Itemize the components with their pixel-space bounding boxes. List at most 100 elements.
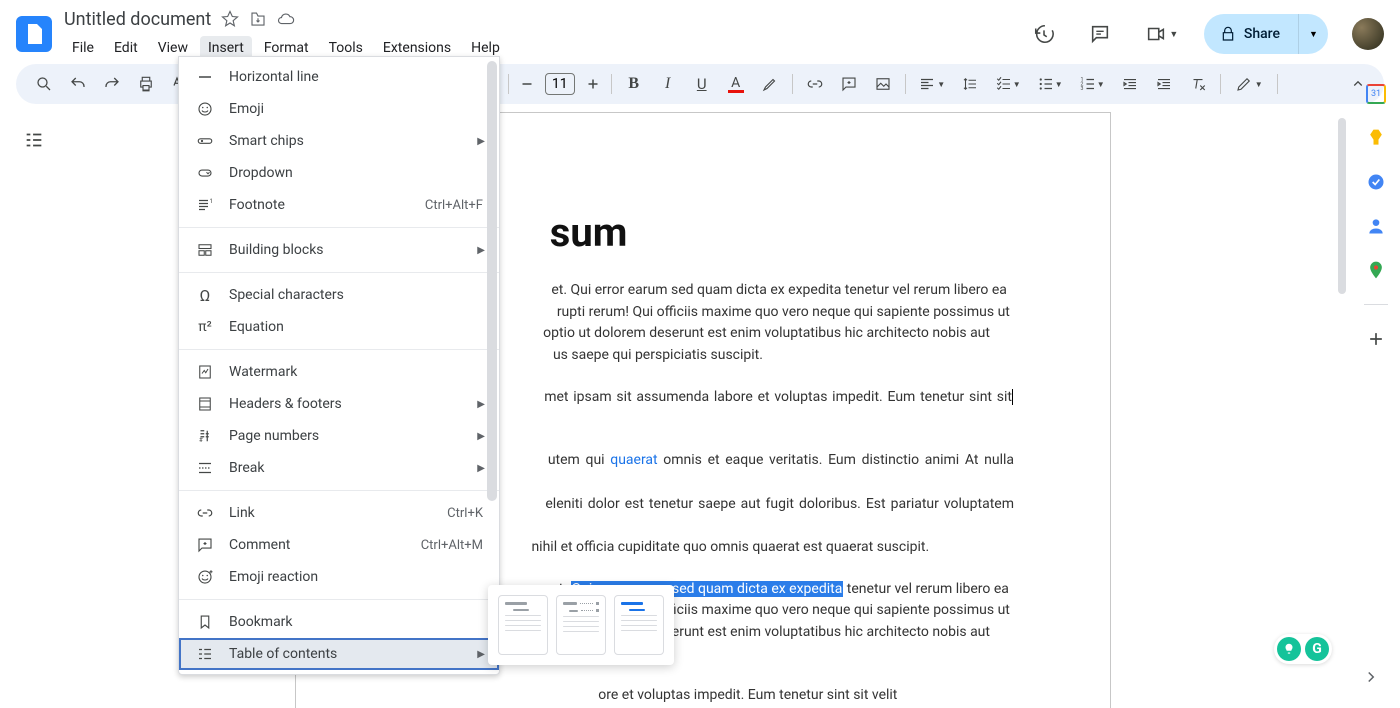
print-icon[interactable]: [130, 68, 162, 100]
docs-logo[interactable]: [16, 16, 52, 52]
toc-option-plain[interactable]: [498, 595, 548, 655]
line-spacing-icon[interactable]: [954, 68, 986, 100]
underline-icon[interactable]: U: [686, 68, 718, 100]
menu-item-bookmark[interactable]: Bookmark: [179, 606, 499, 638]
menu-item-label: Link: [229, 505, 255, 521]
link-icon: [195, 503, 215, 523]
menu-item-page-numbers[interactable]: #Page numbers▶: [179, 420, 499, 452]
menu-item-label: Special characters: [229, 287, 344, 303]
checklist-icon[interactable]: ▼: [988, 68, 1028, 100]
submenu-arrow-icon: ▶: [477, 399, 485, 410]
highlight-color-icon[interactable]: [754, 68, 786, 100]
menubar-item-file[interactable]: File: [64, 36, 102, 60]
hide-side-panel-icon[interactable]: [1362, 668, 1380, 690]
menu-shortcut: Ctrl+Alt+F: [425, 198, 483, 213]
insert-image-icon[interactable]: [867, 68, 899, 100]
menu-item-emoji[interactable]: Emoji: [179, 93, 499, 125]
history-icon[interactable]: [1024, 14, 1064, 54]
toc-icon: [195, 644, 215, 664]
share-dropdown[interactable]: ▼: [1298, 14, 1328, 54]
grammarly-bulb-icon[interactable]: [1277, 637, 1301, 661]
indent-increase-icon[interactable]: [1148, 68, 1180, 100]
insert-menu-dropdown: Horizontal line Emoji Smart chips▶ Dropdown…: [178, 56, 500, 675]
menu-item-break[interactable]: Break▶: [179, 452, 499, 484]
doc-link[interactable]: quaerat: [610, 452, 657, 468]
italic-icon[interactable]: I: [652, 68, 684, 100]
menu-item-label: Comment: [229, 537, 290, 553]
calendar-icon[interactable]: 31: [1366, 84, 1386, 104]
grammarly-g-icon[interactable]: G: [1305, 637, 1329, 661]
bookmark-icon: [195, 612, 215, 632]
bold-icon[interactable]: B: [618, 68, 650, 100]
clear-formatting-icon[interactable]: [1182, 68, 1214, 100]
watermark-icon: [195, 362, 215, 382]
tasks-icon[interactable]: [1366, 172, 1386, 192]
numbered-list-icon[interactable]: 123▼: [1072, 68, 1112, 100]
menu-item-special-characters[interactable]: ΩSpecial characters: [179, 279, 499, 311]
svg-text:#: #: [199, 437, 203, 444]
font-size-input[interactable]: [545, 73, 575, 95]
addons-plus-icon[interactable]: [1366, 329, 1386, 349]
menu-item-label: Page numbers: [229, 428, 319, 444]
menu-item-building-blocks[interactable]: Building blocks ▶: [179, 234, 499, 266]
move-icon[interactable]: [249, 10, 267, 28]
menu-item-watermark[interactable]: Watermark: [179, 356, 499, 388]
footnote-icon: 1: [195, 195, 215, 215]
toc-option-links[interactable]: [614, 595, 664, 655]
star-icon[interactable]: [221, 10, 239, 28]
menu-item-emoji-reaction[interactable]: Emoji reaction: [179, 561, 499, 593]
share-label: Share: [1244, 26, 1280, 42]
text-color-icon[interactable]: A: [720, 68, 752, 100]
menu-item-label: Building blocks: [229, 242, 324, 258]
vertical-scrollbar[interactable]: [1338, 112, 1348, 692]
menu-item-headers-footers[interactable]: Headers & footers▶: [179, 388, 499, 420]
grammarly-widget[interactable]: G: [1274, 634, 1332, 664]
menu-item-equation[interactable]: π²Equation: [179, 311, 499, 343]
paragraph: Lorem ipsum dolor sit amet laborore et v…: [392, 685, 1014, 707]
menu-item-label: Horizontal line: [229, 69, 319, 85]
menu-item-label: Equation: [229, 319, 284, 335]
menu-item-link[interactable]: LinkCtrl+K: [179, 497, 499, 529]
svg-text:3: 3: [1080, 86, 1083, 92]
insert-link-icon[interactable]: [799, 68, 831, 100]
menu-item-dropdown[interactable]: Dropdown: [179, 157, 499, 189]
menubar-item-edit[interactable]: Edit: [106, 36, 146, 60]
hr-icon: [195, 67, 215, 87]
menu-item-horizontal-line[interactable]: Horizontal line: [179, 61, 499, 93]
menu-item-label: Watermark: [229, 364, 297, 380]
editing-mode-icon[interactable]: ▼: [1227, 68, 1271, 100]
comments-icon[interactable]: [1080, 14, 1120, 54]
menu-item-comment[interactable]: CommentCtrl+Alt+M: [179, 529, 499, 561]
show-outline-icon[interactable]: [16, 122, 52, 158]
bulleted-list-icon[interactable]: ▼: [1030, 68, 1070, 100]
share-button[interactable]: Share: [1204, 14, 1298, 54]
redo-icon[interactable]: [96, 68, 128, 100]
menu-item-label: Footnote: [229, 197, 285, 213]
app-header: Untitled document FileEditViewInsertForm…: [0, 0, 1400, 60]
font-size-increase[interactable]: [581, 68, 605, 100]
menu-item-table-of-contents[interactable]: Table of contents▶: [179, 638, 499, 670]
maps-icon[interactable]: [1366, 260, 1386, 280]
cloud-status-icon[interactable]: [277, 10, 295, 28]
indent-decrease-icon[interactable]: [1114, 68, 1146, 100]
menu-item-label: Bookmark: [229, 614, 293, 630]
menu-item-label: Dropdown: [229, 165, 293, 181]
undo-icon[interactable]: [62, 68, 94, 100]
contacts-icon[interactable]: [1366, 216, 1386, 236]
comment-icon: [195, 535, 215, 555]
keep-icon[interactable]: [1366, 128, 1386, 148]
reaction-icon: [195, 567, 215, 587]
menu-item-smart-chips[interactable]: Smart chips▶: [179, 125, 499, 157]
menu-item-label: Break: [229, 460, 264, 476]
meet-icon[interactable]: ▼: [1136, 14, 1188, 54]
align-icon[interactable]: ▼: [912, 68, 952, 100]
submenu-arrow-icon: ▶: [477, 245, 485, 256]
menu-item-footnote[interactable]: 1 Footnote Ctrl+Alt+F: [179, 189, 499, 221]
menu-item-label: Emoji: [229, 101, 264, 117]
search-tool-icon[interactable]: [28, 68, 60, 100]
font-size-decrease[interactable]: [515, 68, 539, 100]
toc-option-dotted[interactable]: [556, 595, 606, 655]
account-avatar[interactable]: [1352, 18, 1384, 50]
doc-title[interactable]: Untitled document: [64, 9, 211, 30]
add-comment-icon[interactable]: [833, 68, 865, 100]
